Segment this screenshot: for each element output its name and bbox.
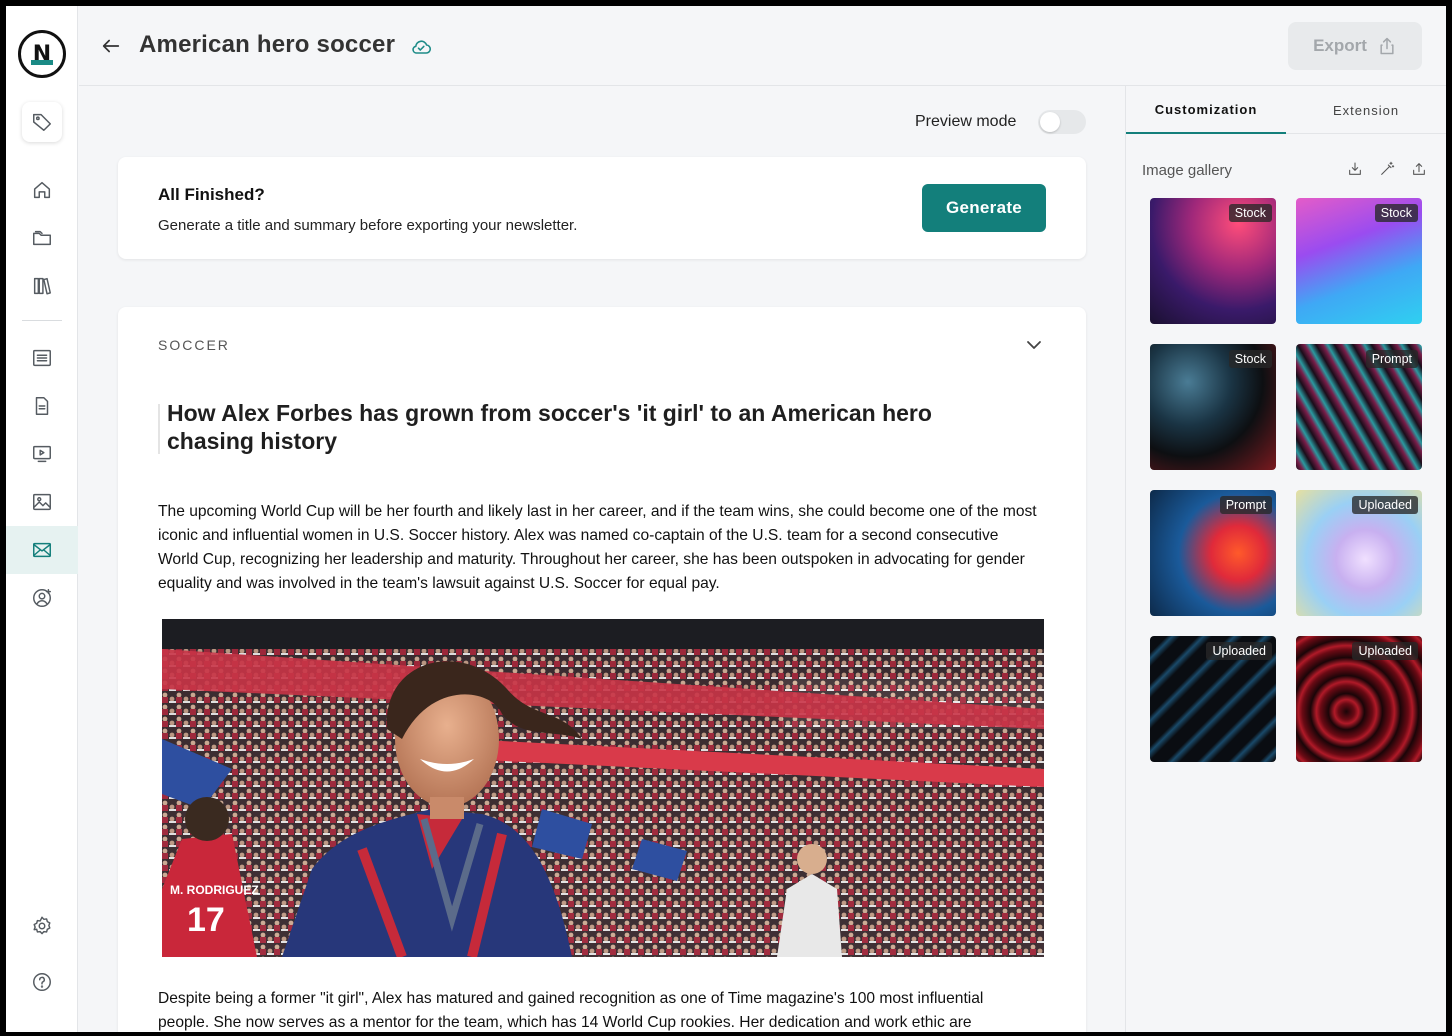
sidebar-item-help[interactable] [22, 962, 62, 1002]
preview-mode-label: Preview mode [915, 113, 1017, 130]
top-bar: American hero soccer Export [79, 6, 1446, 86]
chevron-down-icon [1027, 341, 1041, 349]
gallery-image[interactable]: Stock [1150, 344, 1276, 470]
gallery-image[interactable]: Prompt [1150, 490, 1276, 616]
share-icon [1380, 37, 1394, 55]
help-icon [33, 973, 51, 991]
section-label: SOCCER [158, 337, 230, 353]
preview-mode-toggle[interactable] [1038, 110, 1086, 134]
app-window: N American hero soccer Export Preview mo… [6, 6, 1446, 1032]
sidebar-item-video[interactable] [22, 434, 62, 474]
tag-button[interactable] [22, 102, 62, 142]
upload-icon [1413, 163, 1425, 175]
gallery-actions [1346, 160, 1428, 178]
cloud-saved-icon [409, 35, 433, 59]
home-icon [33, 181, 51, 199]
download-button[interactable] [1346, 160, 1364, 178]
sidebar-item-library[interactable] [22, 266, 62, 306]
export-button[interactable]: Export [1288, 22, 1422, 70]
tab-customization[interactable]: Customization [1126, 86, 1286, 134]
gallery-image[interactable]: Uploaded [1296, 490, 1422, 616]
back-button[interactable] [97, 32, 125, 60]
magic-wand-button[interactable] [1378, 160, 1396, 178]
mail-icon [33, 542, 51, 558]
gallery-title: Image gallery [1142, 162, 1233, 179]
gallery-image[interactable]: Uploaded [1150, 636, 1276, 762]
jersey-name: M. RODRIGUEZ [170, 883, 259, 897]
sidebar-divider [22, 320, 62, 321]
upload-button[interactable] [1410, 160, 1428, 178]
collapse-button[interactable] [1022, 333, 1046, 357]
user-add-icon [33, 589, 51, 607]
article-headline[interactable]: How Alex Forbes has grown from soccer's … [167, 399, 987, 455]
sidebar-item-home[interactable] [22, 170, 62, 210]
gallery-image[interactable]: Prompt [1296, 344, 1422, 470]
finish-card: All Finished? Generate a title and summa… [118, 157, 1086, 259]
sidebar-item-document[interactable] [22, 386, 62, 426]
app-logo[interactable]: N [18, 30, 66, 78]
folders-icon [33, 230, 51, 246]
image-source-badge: Uploaded [1352, 642, 1418, 660]
sidebar-item-images[interactable] [22, 482, 62, 522]
image-source-badge: Stock [1228, 204, 1272, 222]
article-paragraph[interactable]: Despite being a former "it girl", Alex h… [158, 987, 1038, 1032]
video-icon [33, 445, 51, 463]
magic-wand-icon [1381, 161, 1395, 175]
image-source-badge: Uploaded [1206, 642, 1272, 660]
page-title: American hero soccer [139, 31, 396, 58]
finish-subtitle: Generate a title and summary before expo… [158, 217, 578, 234]
image-source-badge: Uploaded [1352, 496, 1418, 514]
gallery-image[interactable]: Stock [1150, 198, 1276, 324]
export-label: Export [1313, 36, 1367, 55]
sidebar-item-settings[interactable] [22, 906, 62, 946]
list-icon [33, 349, 51, 367]
image-source-badge: Prompt [1365, 350, 1418, 368]
article-paragraph[interactable]: The upcoming World Cup will be her fourt… [158, 500, 1038, 596]
panel-tabs: Customization Extension [1126, 86, 1446, 134]
gallery-image[interactable]: Uploaded [1296, 636, 1422, 762]
gear-icon [33, 916, 51, 935]
image-source-badge: Prompt [1219, 496, 1272, 514]
article-photo[interactable]: M. RODRIGUEZ 17 [162, 619, 1044, 957]
sidebar-item-folders[interactable] [22, 218, 62, 258]
download-icon [1349, 162, 1361, 175]
jersey-number: 17 [187, 901, 225, 939]
sidebar-item-account[interactable] [22, 578, 62, 618]
finish-title: All Finished? [158, 185, 265, 204]
image-icon [33, 493, 51, 511]
image-source-badge: Stock [1228, 350, 1272, 368]
generate-button[interactable]: Generate [922, 184, 1046, 232]
arrow-left-icon [102, 39, 120, 53]
article-card: SOCCER How Alex Forbes has grown from so… [118, 307, 1086, 1032]
gallery-image[interactable]: Stock [1296, 198, 1422, 324]
document-icon [35, 397, 49, 415]
image-source-badge: Stock [1374, 204, 1418, 222]
library-icon [33, 277, 51, 295]
customization-panel: Customization Extension Image gallery St… [1125, 86, 1446, 1032]
sidebar-item-articles[interactable] [22, 338, 62, 378]
tab-extension[interactable]: Extension [1286, 86, 1446, 134]
tag-icon [33, 113, 51, 131]
sidebar: N [6, 6, 78, 1032]
sidebar-item-newsletter[interactable] [6, 526, 78, 574]
text-cursor [158, 404, 160, 454]
